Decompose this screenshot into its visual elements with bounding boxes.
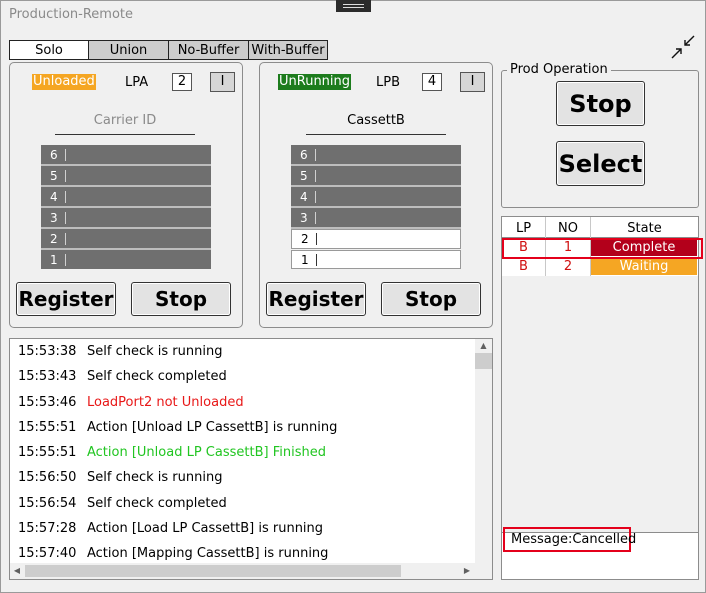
header-state: State bbox=[627, 221, 662, 236]
loadport-a-slot-map: 6 5 4 3 2 1 bbox=[41, 145, 211, 269]
row-no: 2 bbox=[563, 259, 573, 274]
loadport-a-count: 2 bbox=[172, 73, 192, 91]
loadport-b-carrier-underline bbox=[306, 134, 446, 135]
loadport-a-stop-button[interactable]: Stop bbox=[131, 282, 231, 316]
prod-stop-button[interactable]: Stop bbox=[556, 81, 645, 126]
row-state: Waiting bbox=[591, 259, 697, 275]
loadport-b-name: LPB bbox=[376, 75, 401, 90]
slot-4[interactable]: 4 bbox=[291, 187, 461, 208]
log-row: 15:53:43 Self check completed bbox=[18, 369, 227, 384]
tab-with-buffer[interactable]: With-Buffer bbox=[248, 40, 328, 60]
log-horizontal-scroll-thumb[interactable] bbox=[25, 565, 401, 577]
slot-3[interactable]: 3 bbox=[41, 208, 211, 229]
slot-4[interactable]: 4 bbox=[41, 187, 211, 208]
loadport-b-status: UnRunning bbox=[278, 74, 352, 90]
loadport-a-carrier-id: Carrier ID bbox=[93, 113, 157, 128]
log-row: 15:57:28 Action [Load LP CassettB] is run… bbox=[18, 521, 324, 536]
window-title: Production-Remote bbox=[9, 7, 134, 22]
slot-5[interactable]: 5 bbox=[291, 166, 461, 187]
tab-union[interactable]: Union bbox=[88, 40, 169, 60]
slot-6[interactable]: 6 bbox=[291, 145, 461, 166]
loadport-b-carrier-id: CassettB bbox=[347, 113, 405, 128]
slot-2[interactable]: 2 bbox=[291, 229, 461, 249]
slot-1[interactable]: 1 bbox=[291, 250, 461, 269]
header-lp: LP bbox=[515, 221, 532, 236]
slot-3[interactable]: 3 bbox=[291, 208, 461, 229]
prod-operation-legend: Prod Operation bbox=[507, 62, 611, 77]
loadport-b-slot-map: 6 5 4 3 2 1 bbox=[291, 145, 461, 269]
slot-6[interactable]: 6 bbox=[41, 145, 211, 166]
loadport-a-info-button[interactable]: I bbox=[210, 72, 235, 92]
row-lp: B bbox=[519, 259, 528, 274]
job-table-empty-area bbox=[502, 276, 698, 532]
log-row: 15:56:50 Self check is running bbox=[18, 470, 223, 485]
table-row[interactable]: B 2 Waiting bbox=[502, 259, 698, 276]
loadport-b-register-button[interactable]: Register bbox=[266, 282, 366, 316]
slot-1[interactable]: 1 bbox=[41, 250, 211, 269]
drag-handle[interactable] bbox=[336, 0, 371, 12]
loadport-a-register-button[interactable]: Register bbox=[16, 282, 116, 316]
prod-select-button[interactable]: Select bbox=[556, 141, 645, 186]
loadport-b-count: 4 bbox=[422, 73, 442, 91]
log-panel[interactable]: 15:53:38 Self check is running 15:53:43 Se… bbox=[9, 338, 493, 580]
scroll-right-arrow-icon[interactable]: ▶ bbox=[460, 566, 474, 575]
log-row: 15:56:54 Self check completed bbox=[18, 496, 227, 511]
log-vertical-scroll-thumb[interactable] bbox=[475, 353, 492, 369]
log-row: 15:55:51 Action [Unload LP CassettB] is r… bbox=[18, 420, 338, 435]
loadport-b-stop-button[interactable]: Stop bbox=[381, 282, 481, 316]
row-highlight-frame bbox=[502, 238, 703, 259]
log-row: 15:53:46 LoadPort2 not Unloaded bbox=[18, 395, 244, 410]
scroll-up-arrow-icon[interactable]: ▲ bbox=[475, 341, 492, 350]
tab-no-buffer[interactable]: No-Buffer bbox=[168, 40, 249, 60]
scroll-left-arrow-icon[interactable]: ◀ bbox=[10, 566, 24, 575]
log-row: 15:57:40 Action [Mapping CassettB] is run… bbox=[18, 546, 329, 561]
header-no: NO bbox=[558, 221, 578, 236]
slot-5[interactable]: 5 bbox=[41, 166, 211, 187]
tab-solo[interactable]: Solo bbox=[9, 40, 89, 60]
log-row: 15:55:51 Action [Unload LP CassettB] Fini… bbox=[18, 445, 326, 460]
loadport-b-info-button[interactable]: I bbox=[460, 72, 485, 92]
loadport-a-carrier-underline bbox=[55, 134, 195, 135]
log-vertical-scrollbar[interactable] bbox=[475, 339, 492, 563]
collapse-arrows-icon[interactable] bbox=[670, 34, 696, 60]
slot-2[interactable]: 2 bbox=[41, 229, 211, 250]
message-text: Message:Cancelled bbox=[511, 532, 637, 547]
loadport-a-status: Unloaded bbox=[32, 74, 96, 90]
log-row: 15:53:38 Self check is running bbox=[18, 344, 223, 359]
loadport-a-name: LPA bbox=[125, 75, 149, 90]
